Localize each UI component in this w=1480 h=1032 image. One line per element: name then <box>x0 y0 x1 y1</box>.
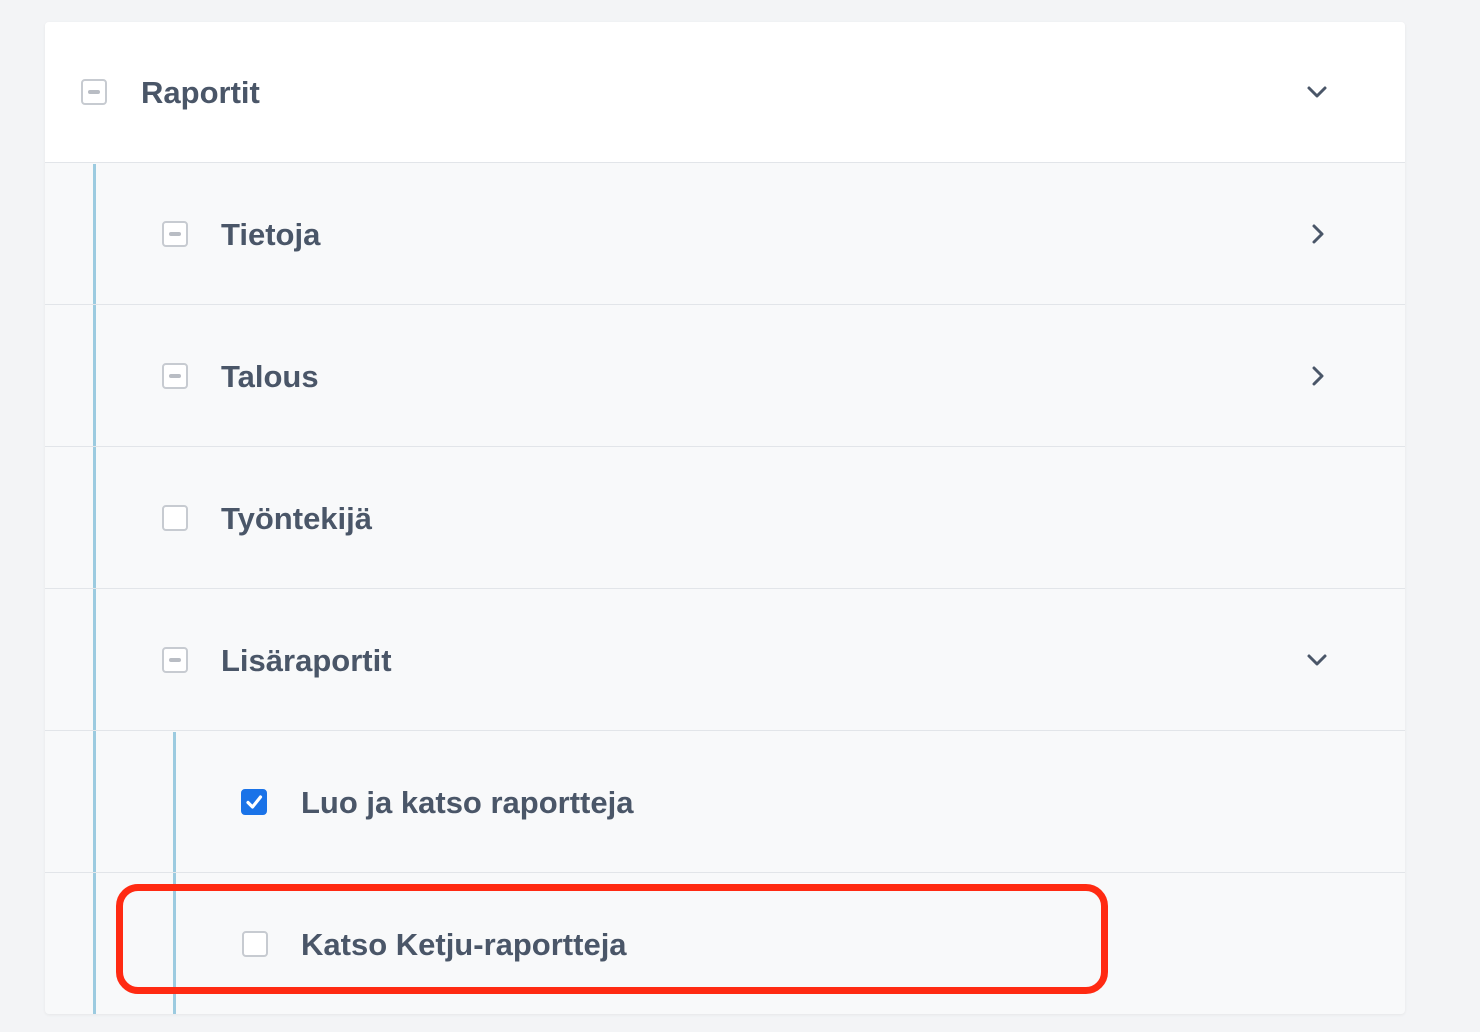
chevron-down-icon[interactable] <box>1304 79 1330 105</box>
checkbox-lisaraportit[interactable] <box>162 647 188 673</box>
tree-row-label: Raportit <box>141 75 260 110</box>
tree-row-talous[interactable]: Talous <box>45 306 1405 447</box>
tree-row-label: Katso Ketju-raportteja <box>301 927 627 962</box>
tree-row-raportit[interactable]: Raportit <box>45 22 1405 163</box>
tree-row-label: Tietoja <box>221 217 321 252</box>
checkbox-katso-ketju-raportteja[interactable] <box>242 931 268 957</box>
chevron-right-icon[interactable] <box>1305 363 1331 389</box>
tree-row-label: Lisäraportit <box>221 643 392 678</box>
checkbox-tyontekija[interactable] <box>162 505 188 531</box>
tree-row-label: Luo ja katso raportteja <box>301 785 634 820</box>
tree-row-tietoja[interactable]: Tietoja <box>45 164 1405 305</box>
tree-row-katso-ketju-raportteja[interactable]: Katso Ketju-raportteja <box>45 874 1405 1014</box>
permissions-tree: Raportit Tietoja Talous Työntekijä Lisär… <box>45 22 1405 1014</box>
chevron-right-icon[interactable] <box>1305 221 1331 247</box>
tree-row-lisaraportit[interactable]: Lisäraportit <box>45 590 1405 731</box>
tree-row-label: Talous <box>221 359 319 394</box>
checkbox-talous[interactable] <box>162 363 188 389</box>
tree-row-tyontekija[interactable]: Työntekijä <box>45 448 1405 589</box>
checkbox-luo-ja-katso-raportteja[interactable] <box>241 789 267 815</box>
tree-row-luo-ja-katso-raportteja[interactable]: Luo ja katso raportteja <box>45 732 1405 873</box>
checkmark-icon <box>246 795 263 809</box>
chevron-down-icon[interactable] <box>1304 647 1330 673</box>
checkbox-tietoja[interactable] <box>162 221 188 247</box>
tree-row-label: Työntekijä <box>221 501 373 536</box>
checkbox-raportit[interactable] <box>81 79 107 105</box>
